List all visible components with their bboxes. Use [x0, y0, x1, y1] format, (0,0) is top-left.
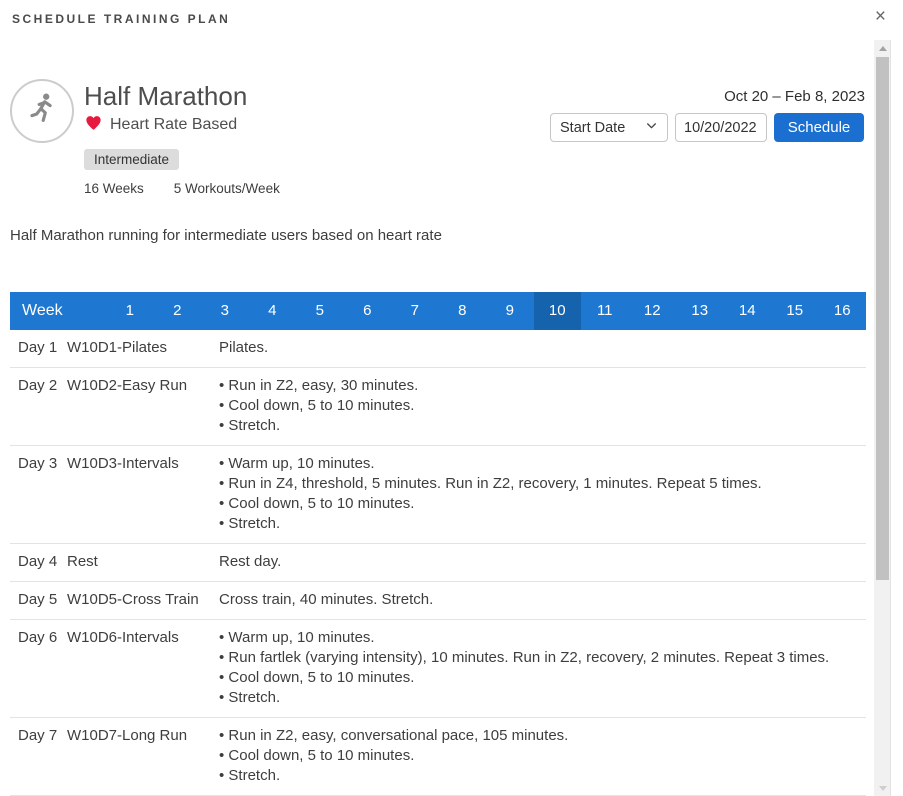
- plan-title: Half Marathon: [84, 81, 247, 112]
- start-date-select-value: Start Date: [560, 120, 625, 136]
- day-label: Day 6: [10, 628, 67, 708]
- start-date-select[interactable]: Start Date: [550, 113, 668, 142]
- chevron-down-icon: [645, 119, 658, 136]
- day-label: Day 4: [10, 552, 67, 572]
- workout-name: W10D3-Intervals: [67, 454, 219, 534]
- workout-name: W10D1-Pilates: [67, 338, 219, 358]
- week-tab-4[interactable]: 4: [249, 292, 297, 330]
- week-tab-1[interactable]: 1: [106, 292, 154, 330]
- day-label: Day 2: [10, 376, 67, 436]
- week-tab-10-selected[interactable]: 10: [534, 292, 582, 330]
- workout-name: W10D6-Intervals: [67, 628, 219, 708]
- workout-description: • Warm up, 10 minutes. • Run fartlek (va…: [219, 628, 866, 708]
- table-row-day7: Day 7 W10D7-Long Run • Run in Z2, easy, …: [10, 718, 866, 796]
- description-line: • Cool down, 5 to 10 minutes.: [219, 746, 866, 766]
- description-line: Cross train, 40 minutes. Stretch.: [219, 590, 866, 610]
- day-label: Day 1: [10, 338, 67, 358]
- week-tab-14[interactable]: 14: [724, 292, 772, 330]
- description-line: • Run in Z2, easy, 30 minutes.: [219, 376, 866, 396]
- description-line: • Cool down, 5 to 10 minutes.: [219, 668, 866, 688]
- week-selector-bar: Week 1 2 3 4 5 6 7 8 9 10 11 12 13 14 15…: [10, 292, 866, 330]
- day-label: Day 7: [10, 726, 67, 786]
- plan-description: Half Marathon running for intermediate u…: [10, 227, 442, 244]
- plan-frequency: 5 Workouts/Week: [174, 181, 280, 196]
- week-tab-5[interactable]: 5: [296, 292, 344, 330]
- workout-description: • Run in Z2, easy, conversational pace, …: [219, 726, 866, 786]
- workout-description: Pilates.: [219, 338, 866, 358]
- modal-title: SCHEDULE TRAINING PLAN: [12, 12, 230, 26]
- level-badge: Intermediate: [84, 149, 179, 170]
- description-line: • Run in Z2, easy, conversational pace, …: [219, 726, 866, 746]
- description-line: • Stretch.: [219, 766, 866, 786]
- table-row-day3: Day 3 W10D3-Intervals • Warm up, 10 minu…: [10, 446, 866, 544]
- table-row-day4: Day 4 Rest Rest day.: [10, 544, 866, 582]
- week-tab-16[interactable]: 16: [819, 292, 867, 330]
- schedule-training-plan-modal: SCHEDULE TRAINING PLAN × Half Marathon H…: [0, 0, 903, 796]
- week-tab-15[interactable]: 15: [771, 292, 819, 330]
- heart-icon: [84, 113, 103, 137]
- description-line: • Cool down, 5 to 10 minutes.: [219, 494, 866, 514]
- description-line: • Stretch.: [219, 416, 866, 436]
- schedule-button[interactable]: Schedule: [774, 113, 864, 142]
- day-label: Day 3: [10, 454, 67, 534]
- week-tab-2[interactable]: 2: [154, 292, 202, 330]
- workout-description: • Run in Z2, easy, 30 minutes. • Cool do…: [219, 376, 866, 436]
- plan-meta: 16 Weeks 5 Workouts/Week: [84, 181, 280, 196]
- description-line: • Run fartlek (varying intensity), 10 mi…: [219, 648, 866, 668]
- plan-duration: 16 Weeks: [84, 181, 144, 196]
- week-label: Week: [10, 292, 106, 330]
- schedule-controls: Start Date Schedule: [550, 113, 864, 142]
- description-line: • Stretch.: [219, 514, 866, 534]
- plan-date-range: Oct 20 – Feb 8, 2023: [724, 88, 865, 105]
- workout-description: Cross train, 40 minutes. Stretch.: [219, 590, 866, 610]
- table-row-day2: Day 2 W10D2-Easy Run • Run in Z2, easy, …: [10, 368, 866, 446]
- plan-avatar: [10, 79, 74, 143]
- week-schedule-table: Day 1 W10D1-Pilates Pilates. Day 2 W10D2…: [10, 330, 866, 796]
- workout-name: W10D5-Cross Train: [67, 590, 219, 610]
- description-line: Rest day.: [219, 552, 866, 572]
- workout-description: • Warm up, 10 minutes. • Run in Z4, thre…: [219, 454, 866, 534]
- runner-icon: [24, 91, 60, 132]
- workout-description: Rest day.: [219, 552, 866, 572]
- week-tab-9[interactable]: 9: [486, 292, 534, 330]
- description-line: • Run in Z4, threshold, 5 minutes. Run i…: [219, 474, 866, 494]
- description-line: • Stretch.: [219, 688, 866, 708]
- week-tab-8[interactable]: 8: [439, 292, 487, 330]
- week-tab-3[interactable]: 3: [201, 292, 249, 330]
- description-line: • Warm up, 10 minutes.: [219, 454, 866, 474]
- week-tab-7[interactable]: 7: [391, 292, 439, 330]
- week-tab-6[interactable]: 6: [344, 292, 392, 330]
- description-line: • Cool down, 5 to 10 minutes.: [219, 396, 866, 416]
- scrollbar-thumb[interactable]: [876, 57, 889, 580]
- plan-basis-label: Heart Rate Based: [110, 116, 237, 134]
- close-icon[interactable]: ×: [875, 7, 886, 26]
- table-row-day6: Day 6 W10D6-Intervals • Warm up, 10 minu…: [10, 620, 866, 718]
- description-line: • Warm up, 10 minutes.: [219, 628, 866, 648]
- scrollbar-down-arrow-icon[interactable]: [874, 780, 891, 796]
- week-tab-12[interactable]: 12: [629, 292, 677, 330]
- description-line: Pilates.: [219, 338, 866, 358]
- week-tab-13[interactable]: 13: [676, 292, 724, 330]
- scrollbar-up-arrow-icon[interactable]: [874, 40, 891, 56]
- workout-name: Rest: [67, 552, 219, 572]
- plan-basis-row: Heart Rate Based: [84, 113, 237, 137]
- day-label: Day 5: [10, 590, 67, 610]
- week-tab-11[interactable]: 11: [581, 292, 629, 330]
- table-row-day5: Day 5 W10D5-Cross Train Cross train, 40 …: [10, 582, 866, 620]
- table-row-day1: Day 1 W10D1-Pilates Pilates.: [10, 330, 866, 368]
- start-date-input[interactable]: [675, 113, 767, 142]
- scrollbar[interactable]: [874, 40, 891, 796]
- workout-name: W10D7-Long Run: [67, 726, 219, 786]
- workout-name: W10D2-Easy Run: [67, 376, 219, 436]
